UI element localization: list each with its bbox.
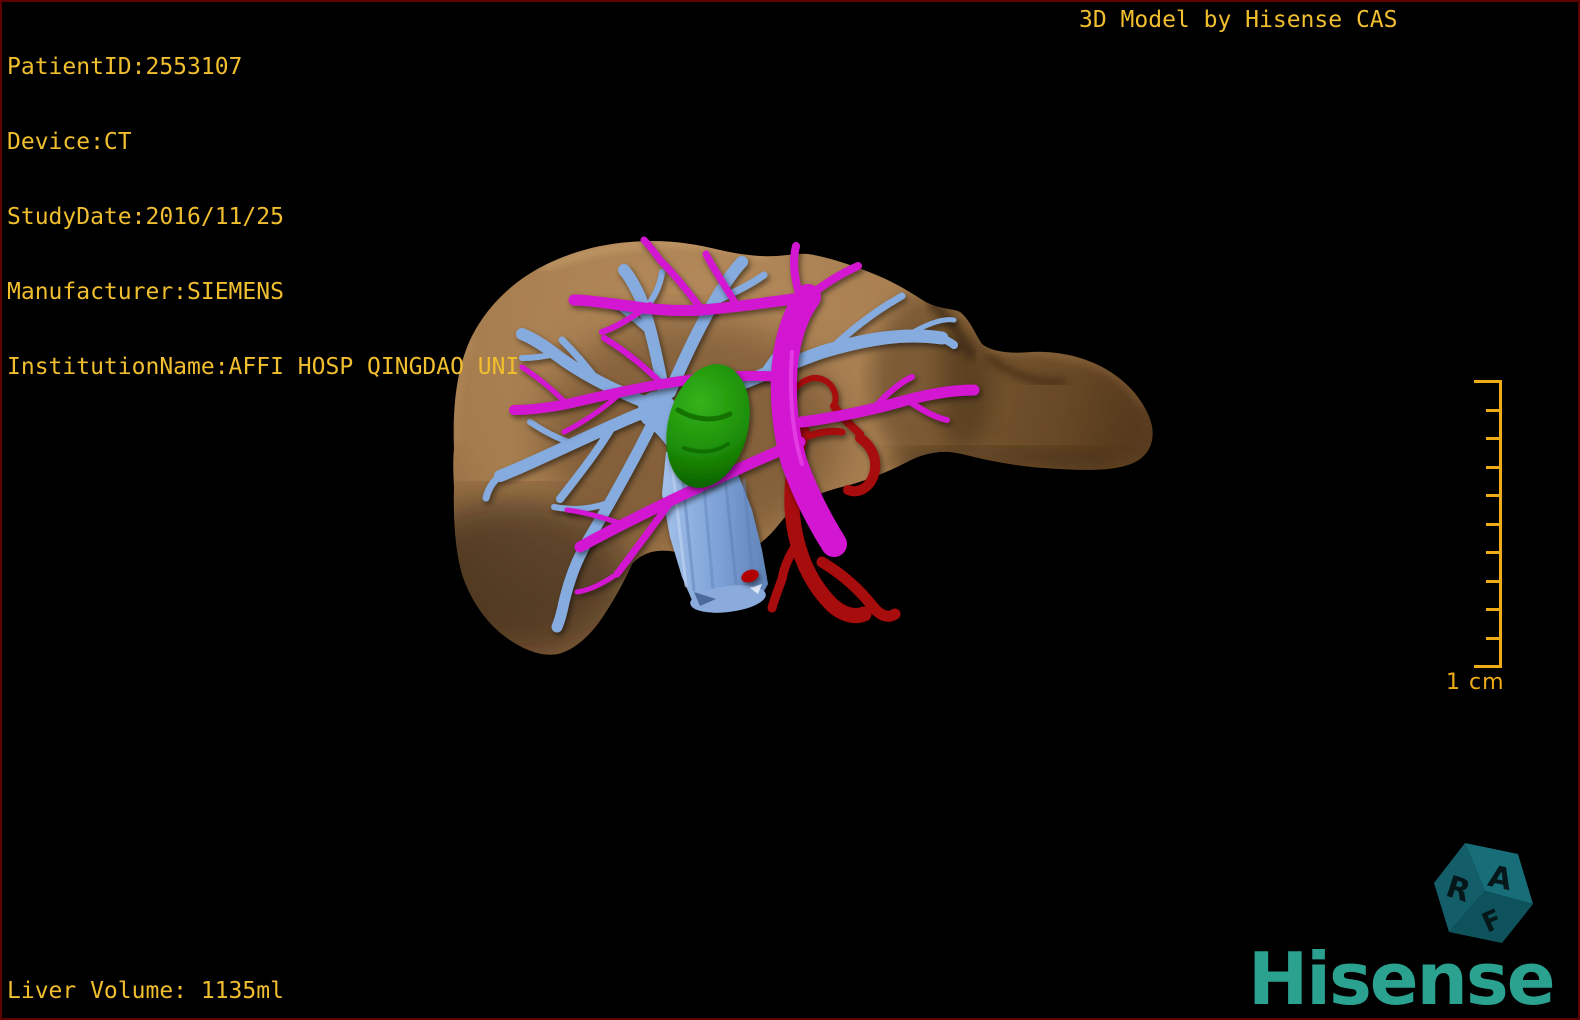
scale-bar-tick [1486, 466, 1502, 469]
patient-id-line: PatientID:2553107 [7, 54, 243, 80]
scale-bar-tick [1486, 608, 1502, 611]
liver-volume-readout: Liver Volume: 1135ml [7, 978, 284, 1004]
study-date-line: StudyDate:2016/11/25 [7, 204, 284, 230]
scale-bar-tick [1486, 494, 1502, 497]
device-line: Device:CT [7, 129, 132, 155]
scale-bar-tick [1486, 637, 1502, 640]
scale-bar-tick [1486, 437, 1502, 440]
scale-bar-label: 1 cm [1446, 670, 1505, 695]
scale-bar-tick [1486, 409, 1502, 412]
patient-info-overlay: PatientID:2553107 Device:CT StudyDate:20… [7, 5, 519, 430]
scale-bar-tick [1486, 551, 1502, 554]
scale-bar-tick [1486, 523, 1502, 526]
viewer-window: PatientID:2553107 Device:CT StudyDate:20… [0, 0, 1580, 1020]
watermark-title: 3D Model by Hisense CAS [1079, 7, 1398, 33]
institution-line: InstitutionName:AFFI HOSP QINGDAO UNI [7, 354, 520, 380]
scale-bar-tick [1474, 380, 1502, 383]
manufacturer-line: Manufacturer:SIEMENS [7, 279, 284, 305]
scale-bar-tick [1486, 580, 1502, 583]
scale-bar-tick [1474, 665, 1502, 668]
hisense-logo: Hisense [1248, 937, 1556, 1020]
scale-bar [1474, 380, 1502, 668]
